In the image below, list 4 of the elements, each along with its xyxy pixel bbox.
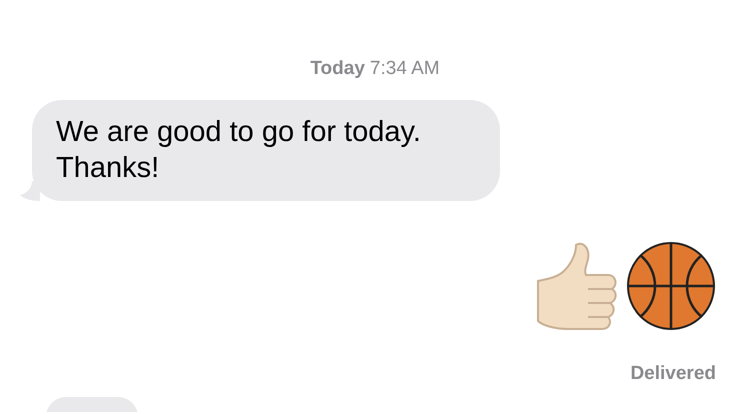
timestamp-time: 7:34 AM [370, 58, 440, 80]
delivery-status: Delivered [630, 363, 716, 385]
timestamp-day: Today [310, 58, 365, 80]
basketball-icon [626, 241, 716, 331]
